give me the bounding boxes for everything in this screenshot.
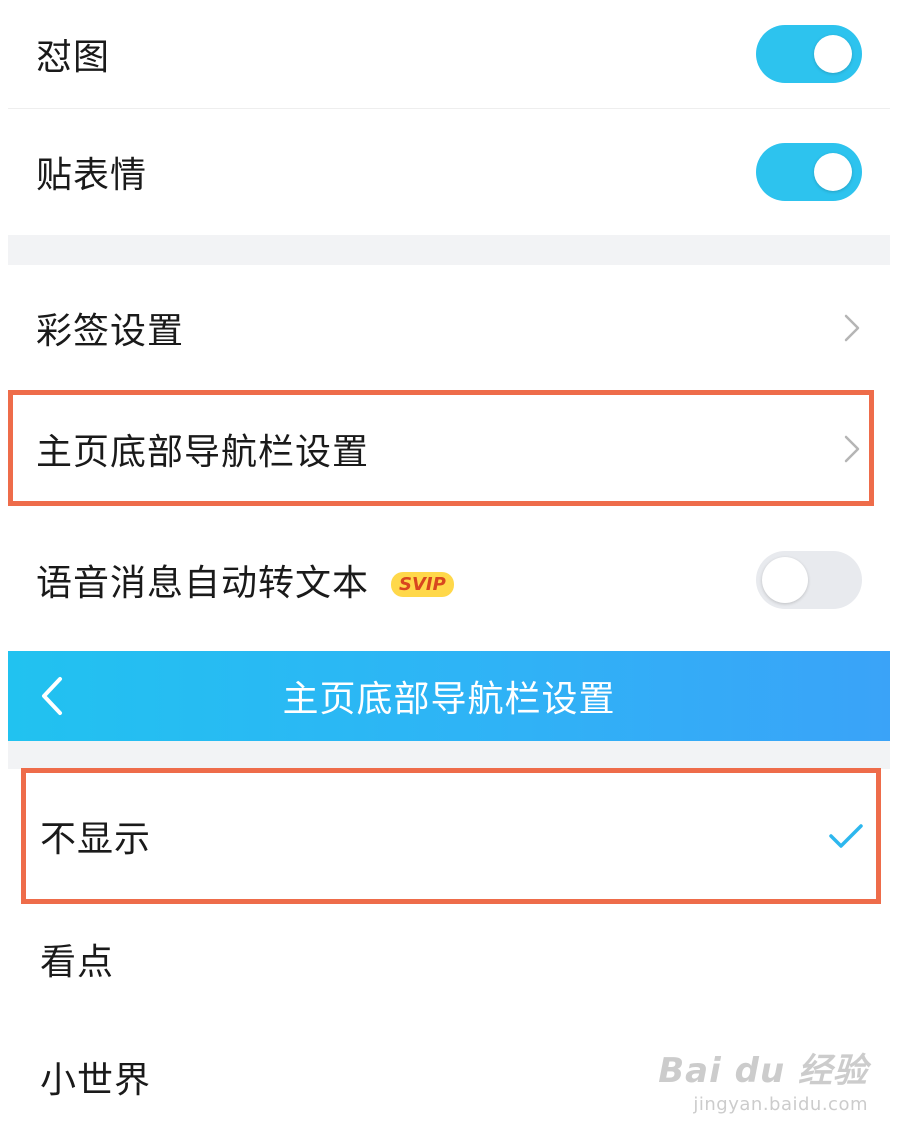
toggle-knob bbox=[814, 35, 852, 73]
watermark-logo: Bai du 经验 bbox=[658, 1051, 868, 1091]
nav-title: 主页底部导航栏设置 bbox=[282, 679, 616, 720]
option-label-small-world: 小世界 bbox=[40, 1059, 152, 1101]
voice-to-text-label: 语音消息自动转文本 bbox=[36, 562, 370, 604]
voice-to-text-toggle[interactable] bbox=[756, 550, 862, 609]
toggle-knob bbox=[814, 153, 852, 191]
sticker-toggle[interactable] bbox=[756, 143, 862, 201]
setting-label-color-tag: 彩签设置 bbox=[36, 310, 185, 352]
section-gap bbox=[8, 235, 890, 265]
setting-label-duitu: 怼图 bbox=[36, 37, 111, 78]
baidu-jingyan-watermark: Bai du 经验 jingyan.baidu.com bbox=[658, 1043, 868, 1115]
setting-row-duitu: 怼图 bbox=[8, 0, 890, 108]
duitu-toggle[interactable] bbox=[756, 25, 862, 83]
chevron-right-icon bbox=[844, 314, 860, 341]
highlight-box-home-nav bbox=[8, 390, 874, 506]
option-row-kandian[interactable]: 看点 bbox=[8, 904, 890, 1014]
toggle-knob bbox=[762, 556, 808, 603]
setting-row-voice-to-text: 语音消息自动转文本 SVIP bbox=[8, 508, 890, 651]
nav-bar: 主页底部导航栏设置 bbox=[8, 651, 890, 741]
setting-row-color-tag[interactable]: 彩签设置 bbox=[8, 265, 890, 390]
setting-label-sticker: 贴表情 bbox=[36, 155, 148, 196]
option-label-kandian: 看点 bbox=[40, 942, 115, 983]
setting-row-sticker: 贴表情 bbox=[8, 109, 890, 235]
watermark-url: jingyan.baidu.com bbox=[693, 1094, 868, 1115]
section-gap bbox=[8, 741, 890, 769]
svip-badge: SVIP bbox=[391, 572, 454, 597]
setting-label-voice-to-text: 语音消息自动转文本 SVIP bbox=[36, 554, 454, 606]
highlight-box-hide bbox=[21, 768, 881, 904]
